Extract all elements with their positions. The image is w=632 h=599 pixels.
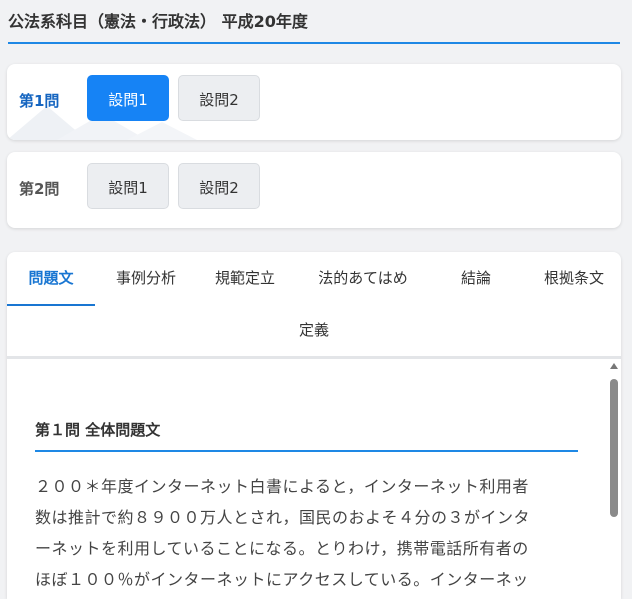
q2-subquestion-1-button[interactable]: 設問1 <box>87 163 169 209</box>
body-line: ーネットを利用していることになる。とりわけ，携帯電話所有者の <box>35 539 529 558</box>
question-2-label: 第2問 <box>19 180 60 198</box>
tab-basis-articles[interactable]: 根拠条文 <box>527 252 621 304</box>
tab-legal-application[interactable]: 法的あてはめ <box>299 252 427 304</box>
question-1-label: 第1問 <box>19 92 60 110</box>
content-area[interactable]: 第１問 全体問題文 ２００＊年度インターネット白書によると，インターネット利用者… <box>7 359 621 599</box>
problem-body-text: ２００＊年度インターネット白書によると，インターネット利用者 数は推計で約８９０… <box>35 471 575 595</box>
scroll-up-arrow-icon[interactable] <box>610 363 618 369</box>
body-line: ２００＊年度インターネット白書によると，インターネット利用者 <box>35 477 529 496</box>
tab-problem-text[interactable]: 問題文 <box>7 252 95 306</box>
q1-subquestion-1-button[interactable]: 設問1 <box>87 75 169 121</box>
vertical-scrollbar[interactable] <box>607 359 621 599</box>
question-1-card: 第1問 設問1 設問2 <box>7 64 621 140</box>
q1-subquestion-2-button[interactable]: 設問2 <box>178 75 260 121</box>
section-title: 第１問 全体問題文 <box>35 419 578 452</box>
body-line: ほぼ１００％がインターネットにアクセスしている。インターネッ <box>35 570 529 589</box>
page-title: 公法系科目（憲法・行政法） 平成20年度 <box>8 8 620 44</box>
tab-definitions[interactable]: 定義 <box>277 304 351 356</box>
question-2-card: 第2問 設問1 設問2 <box>7 152 621 228</box>
tab-conclusion[interactable]: 結論 <box>445 252 507 304</box>
body-line: 数は推計で約８９００万人とされ，国民のおよそ４分の３がインタ <box>35 508 531 527</box>
scroll-thumb[interactable] <box>610 379 618 517</box>
tab-norm-setting[interactable]: 規範定立 <box>199 252 291 304</box>
tabs-panel: 問題文 事例分析 規範定立 法的あてはめ 結論 根拠条文 定義 第１問 全体問題… <box>7 252 621 599</box>
tab-case-analysis[interactable]: 事例分析 <box>101 252 191 304</box>
q2-subquestion-2-button[interactable]: 設問2 <box>178 163 260 209</box>
